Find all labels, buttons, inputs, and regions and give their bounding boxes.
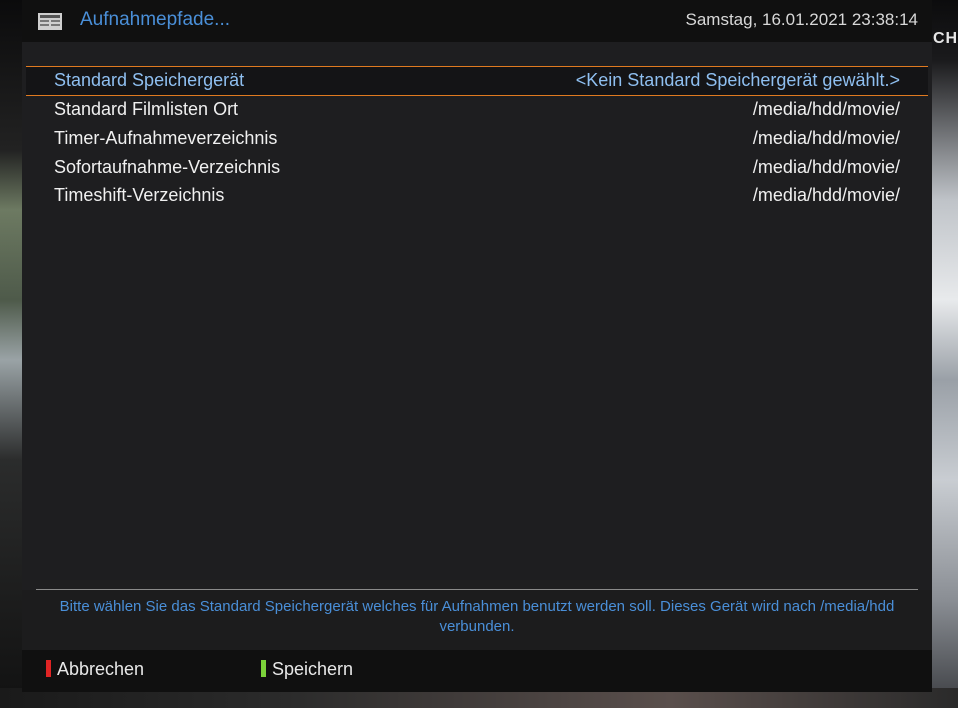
setting-label: Timeshift-Verzeichnis <box>54 185 225 205</box>
window-header: Aufnahmepfade... Samstag, 16.01.2021 23:… <box>22 0 932 42</box>
save-button[interactable]: Speichern <box>261 659 353 680</box>
settings-list: Standard Speichergerät <Kein Standard Sp… <box>22 42 932 590</box>
button-bar: Abbrechen Speichern <box>22 650 932 692</box>
help-divider <box>36 589 918 590</box>
setting-value: /media/hdd/movie/ <box>752 185 900 205</box>
setting-row-default-movie-list-location[interactable]: Standard Filmlisten Ort /media/hdd/movie… <box>26 96 928 124</box>
tv-background-left <box>0 0 22 708</box>
cancel-button-label: Abbrechen <box>57 659 145 679</box>
setting-row-default-storage-device[interactable]: Standard Speichergerät <Kein Standard Sp… <box>26 66 928 96</box>
tv-background-right <box>932 0 958 708</box>
setting-row-timeshift-directory[interactable]: Timeshift-Verzeichnis /media/hdd/movie/ <box>26 182 928 210</box>
page-title: Aufnahmepfade... <box>80 9 230 30</box>
setting-row-instant-recording-directory[interactable]: Sofortaufnahme-Verzeichnis /media/hdd/mo… <box>26 154 928 182</box>
setting-row-timer-recording-directory[interactable]: Timer-Aufnahmeverzeichnis /media/hdd/mov… <box>26 125 928 153</box>
background-text: CHA <box>933 30 958 47</box>
setting-value: /media/hdd/movie/ <box>752 128 900 148</box>
setting-label: Standard Speichergerät <box>54 70 245 90</box>
setting-label: Standard Filmlisten Ort <box>54 99 239 119</box>
red-key-icon <box>46 660 51 677</box>
settings-screen-icon <box>38 13 62 30</box>
setting-value: <Kein Standard Speichergerät gewählt.> <box>575 70 900 90</box>
recording-paths-window: Aufnahmepfade... Samstag, 16.01.2021 23:… <box>22 0 932 692</box>
setting-label: Timer-Aufnahmeverzeichnis <box>54 128 278 148</box>
clock-datetime: Samstag, 16.01.2021 23:38:14 <box>685 10 918 29</box>
setting-value: /media/hdd/movie/ <box>752 157 900 177</box>
help-text: Bitte wählen Sie das Standard Speicherge… <box>59 598 895 635</box>
cancel-button[interactable]: Abbrechen <box>46 659 144 680</box>
save-button-label: Speichern <box>272 659 354 679</box>
green-key-icon <box>261 660 266 677</box>
setting-value: /media/hdd/movie/ <box>752 99 900 119</box>
setting-label: Sofortaufnahme-Verzeichnis <box>54 157 281 177</box>
